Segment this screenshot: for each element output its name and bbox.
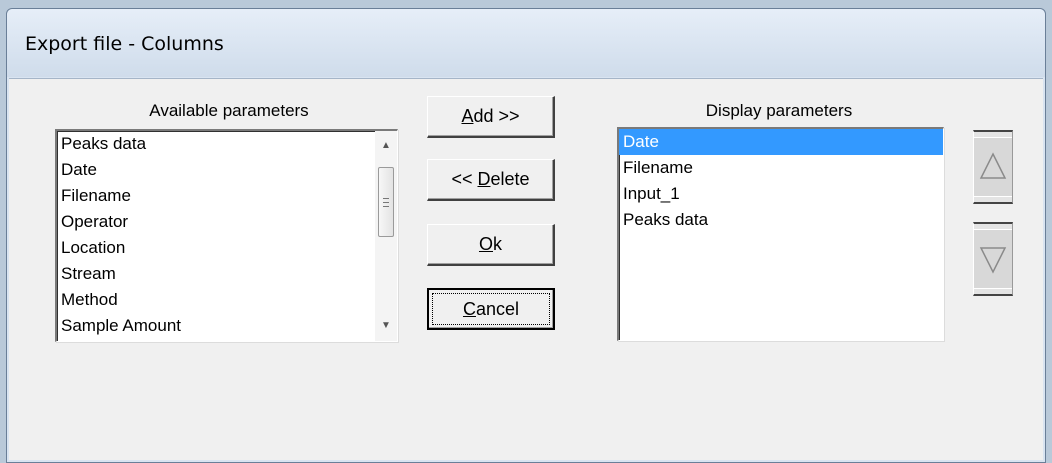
available-list-item[interactable]: Operator: [57, 209, 397, 235]
export-columns-dialog: Export file - Columns Available paramete…: [6, 8, 1046, 463]
delete-button[interactable]: << Delete: [427, 159, 555, 201]
cancel-button[interactable]: Cancel: [427, 288, 555, 330]
available-list-item[interactable]: Method: [57, 287, 397, 313]
triangle-up-icon: [979, 152, 1007, 179]
display-list-item[interactable]: Filename: [619, 155, 943, 181]
available-list-item[interactable]: Stream: [57, 261, 397, 287]
add-button[interactable]: Add >>: [427, 96, 555, 138]
display-parameters-label: Display parameters: [705, 101, 853, 120]
dialog-client-area: Available parameters Peaks data Date Filen…: [9, 78, 1043, 460]
window-title: Export file - Columns: [25, 33, 224, 55]
available-parameters-list[interactable]: Peaks data Date Filename Operator Location St…: [55, 129, 398, 342]
vertical-scrollbar[interactable]: ▲ ▼: [375, 131, 397, 341]
available-list-item[interactable]: Filename: [57, 183, 397, 209]
triangle-down-icon: [979, 247, 1007, 274]
available-list-item[interactable]: Peaks data: [57, 131, 397, 157]
grip-line: [383, 202, 389, 203]
display-list-item[interactable]: Date: [619, 129, 943, 155]
move-down-face: [974, 229, 1012, 289]
available-parameters-label: Available parameters: [149, 101, 309, 120]
move-up-button[interactable]: [973, 130, 1013, 204]
scroll-thumb[interactable]: [378, 167, 394, 237]
ok-button[interactable]: Ok: [427, 224, 555, 266]
move-down-button[interactable]: [973, 222, 1013, 296]
grip-line: [383, 198, 389, 199]
available-items: Peaks data Date Filename Operator Location St…: [57, 131, 397, 339]
available-list-item[interactable]: Sample Amount: [57, 313, 397, 339]
move-up-face: [974, 137, 1012, 197]
title-bar[interactable]: Export file - Columns: [7, 9, 1045, 77]
available-list-item[interactable]: Location: [57, 235, 397, 261]
scroll-up-icon[interactable]: ▲: [375, 135, 397, 157]
scroll-down-icon[interactable]: ▼: [375, 315, 397, 337]
display-list-item[interactable]: Input_1: [619, 181, 943, 207]
display-items: Date Filename Input_1 Peaks data: [619, 129, 943, 233]
display-parameters-list[interactable]: Date Filename Input_1 Peaks data: [617, 127, 944, 341]
grip-line: [383, 206, 389, 207]
available-list-item[interactable]: Date: [57, 157, 397, 183]
display-list-item[interactable]: Peaks data: [619, 207, 943, 233]
